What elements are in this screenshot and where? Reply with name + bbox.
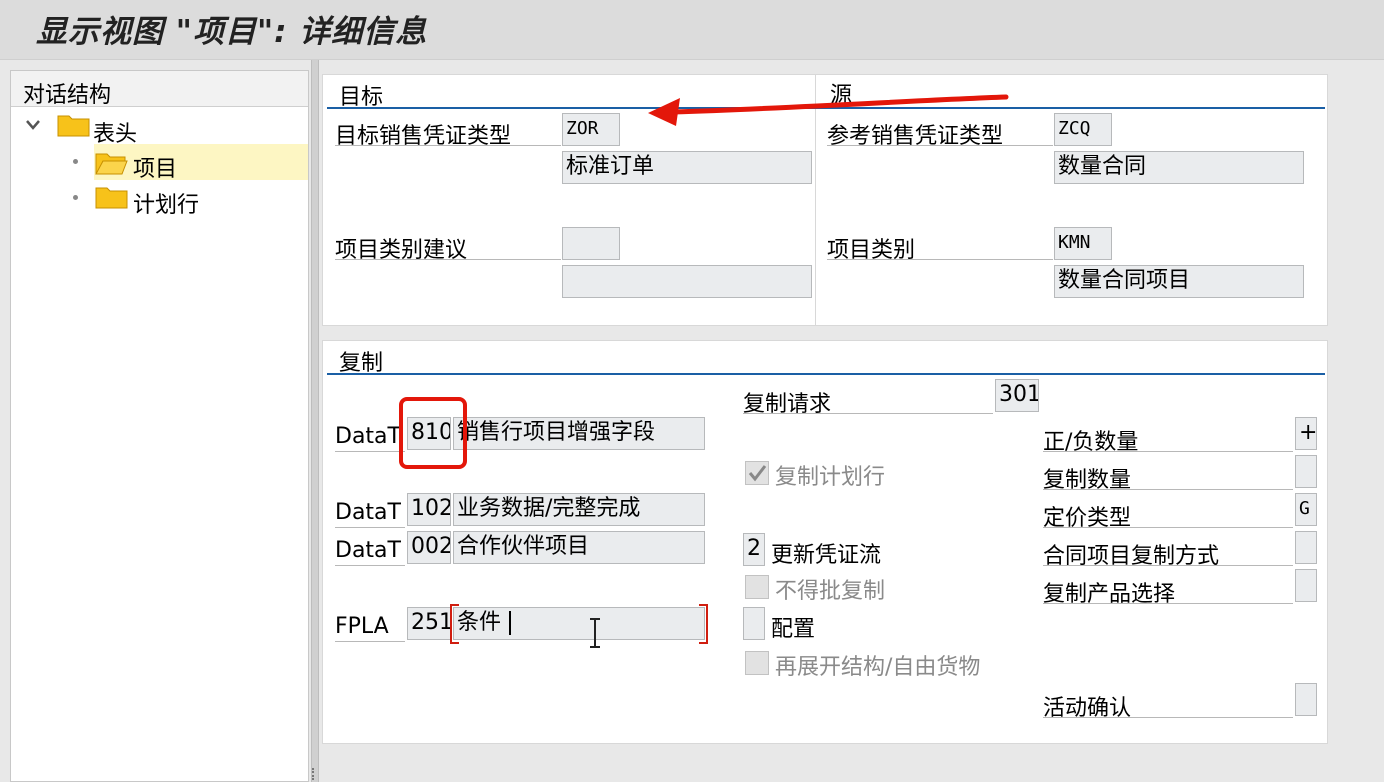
copy-product-selection-field[interactable] <box>1295 569 1317 602</box>
copy-title-underline <box>327 373 1325 375</box>
pricing-type-label: 定价类型 <box>1043 497 1293 531</box>
fpla-label: FPLA <box>335 611 405 642</box>
source-doc-type-desc: 数量合同 <box>1054 151 1304 184</box>
configuration-field[interactable] <box>743 607 765 640</box>
copy-request-field[interactable]: 301 <box>995 379 1039 412</box>
splitter-grip-icon[interactable] <box>312 768 317 780</box>
tree-header: 对话结构 <box>11 71 308 108</box>
pricing-type-field[interactable]: G <box>1295 493 1317 526</box>
update-doc-flow-label: 更新凭证流 <box>771 543 882 568</box>
pos-neg-qty-label: 正/负数量 <box>1043 421 1293 455</box>
item-cat-proposal-desc <box>562 265 812 298</box>
chevron-down-icon[interactable] <box>25 119 41 131</box>
tree-bullet <box>73 195 78 200</box>
active-confirmation-field[interactable] <box>1295 683 1317 716</box>
update-doc-flow-field[interactable]: 2 <box>743 533 765 566</box>
text-caret <box>509 611 511 635</box>
focus-bracket <box>450 604 708 644</box>
contract-item-copy-field[interactable] <box>1295 531 1317 564</box>
no-batch-copy-label: 不得批复制 <box>775 579 886 604</box>
copy-request-label: 复制请求 <box>743 383 993 417</box>
highlight-box <box>399 397 467 469</box>
text-cursor-icon <box>590 618 600 648</box>
dialog-structure-panel: 对话结构 表头 项目 计划行 <box>10 70 309 782</box>
copy-group: 复制 DataT 810 销售行项目增强字段 DataT 102 业务数据/完整… <box>322 340 1328 744</box>
configuration-label: 配置 <box>771 617 816 642</box>
data-transfer-desc: 销售行项目增强字段 <box>453 417 705 450</box>
reexplode-structure-checkbox[interactable] <box>745 651 769 675</box>
copy-qty-label: 复制数量 <box>1043 459 1293 493</box>
open-folder-icon <box>95 153 128 175</box>
target-doc-type-desc: 标准订单 <box>562 151 812 184</box>
tree-item-item[interactable]: 项目 <box>133 151 177 183</box>
active-confirmation-label: 活动确认 <box>1043 687 1293 721</box>
panel-splitter[interactable] <box>311 60 319 782</box>
no-batch-copy-checkbox[interactable] <box>745 575 769 599</box>
item-cat-proposal-label: 项目类别建议 <box>335 229 561 263</box>
title-bar: 显示视图 "项目": 详细信息 <box>0 0 1384 60</box>
item-cat-proposal-field[interactable] <box>562 227 620 260</box>
target-doc-type-field[interactable]: ZOR <box>562 113 620 146</box>
window-title: 显示视图 "项目": 详细信息 <box>36 14 428 50</box>
data-transfer-label: DataT <box>335 497 405 528</box>
checkmark-icon <box>748 465 767 482</box>
tree-item-schedule-line[interactable]: 计划行 <box>133 187 199 219</box>
data-transfer-desc: 业务数据/完整完成 <box>453 493 705 526</box>
reexplode-structure-label: 再展开结构/自由货物 <box>775 655 981 680</box>
source-item-cat-label: 项目类别 <box>827 229 1053 263</box>
source-item-cat-field[interactable]: KMN <box>1054 227 1112 260</box>
data-transfer-desc: 合作伙伴项目 <box>453 531 705 564</box>
fpla-code-field[interactable]: 251 <box>407 607 451 640</box>
copy-qty-field[interactable] <box>1295 455 1317 488</box>
data-transfer-label: DataT <box>335 535 405 566</box>
pos-neg-qty-field[interactable]: + <box>1295 417 1317 450</box>
folder-icon <box>57 115 90 137</box>
annotation-arrow-icon <box>648 94 1009 126</box>
target-doc-type-label: 目标销售凭证类型 <box>335 115 561 149</box>
contract-item-copy-label: 合同项目复制方式 <box>1043 535 1293 569</box>
data-transfer-label: DataT <box>335 421 405 452</box>
copy-product-selection-label: 复制产品选择 <box>1043 573 1293 607</box>
tree-item-header[interactable]: 表头 <box>93 116 137 148</box>
folder-icon <box>95 187 128 209</box>
tree-bullet <box>73 159 78 164</box>
data-transfer-code-field[interactable]: 102 <box>407 493 451 526</box>
source-item-cat-desc: 数量合同项目 <box>1054 265 1304 298</box>
copy-schedule-lines-checkbox[interactable] <box>745 461 769 485</box>
source-doc-type-field[interactable]: ZCQ <box>1054 113 1112 146</box>
data-transfer-code-field[interactable]: 002 <box>407 531 451 564</box>
copy-schedule-lines-label: 复制计划行 <box>775 465 886 490</box>
